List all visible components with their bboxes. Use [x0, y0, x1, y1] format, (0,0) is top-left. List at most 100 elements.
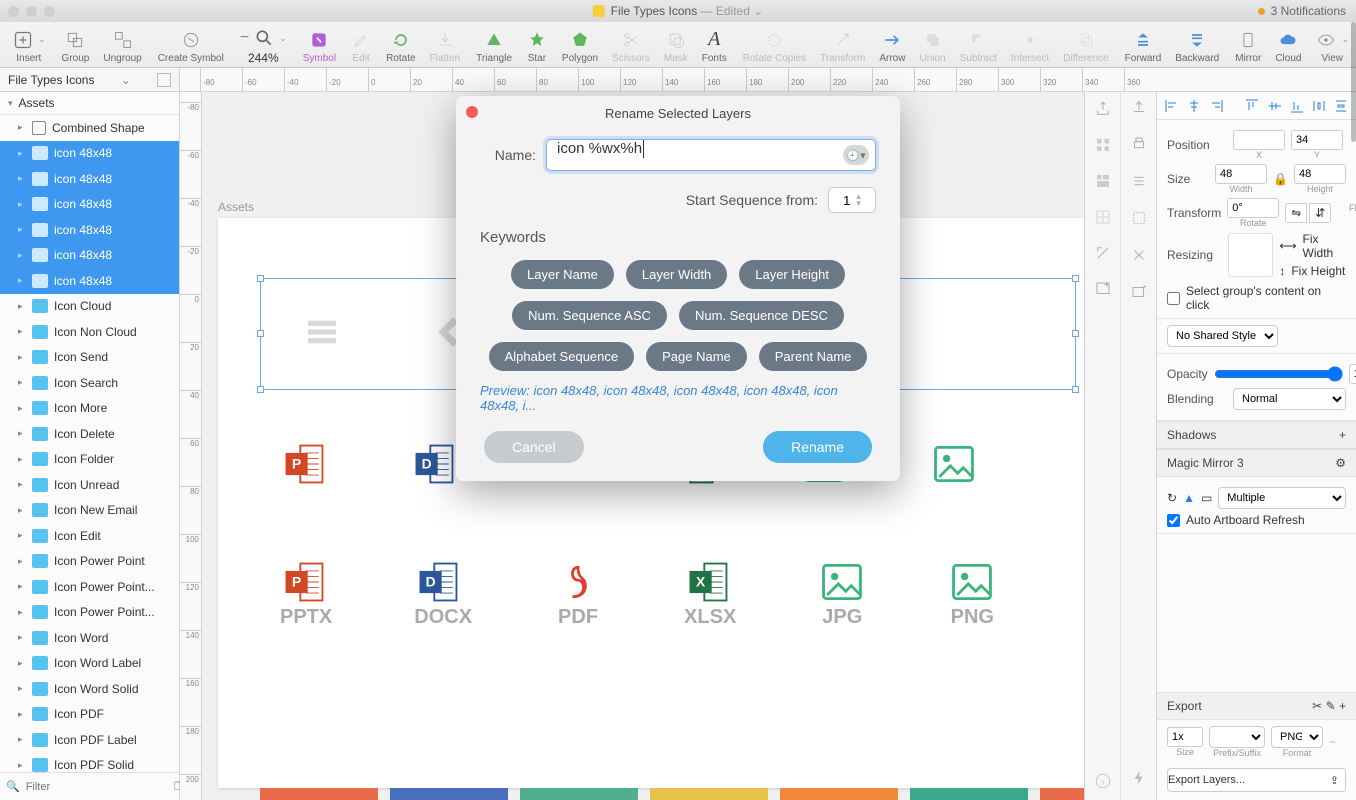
layer-item[interactable]: ▸Icon Word Label	[0, 651, 179, 677]
rename-button[interactable]: Rename	[763, 431, 872, 463]
transform-rail-icon[interactable]	[1092, 242, 1114, 264]
shared-style-select[interactable]: No Shared Style	[1167, 325, 1278, 347]
flip-h-icon[interactable]: ⇋	[1285, 203, 1307, 223]
layer-item[interactable]: ▸Icon Word	[0, 625, 179, 651]
mirror-button[interactable]: Mirror	[1229, 26, 1267, 64]
sequence-stepper[interactable]: 1▴▾	[828, 187, 876, 213]
close-window-icon[interactable]	[8, 6, 19, 17]
layer-item[interactable]: ▸Icon Unread	[0, 472, 179, 498]
cloud-button[interactable]: Cloud	[1269, 26, 1307, 64]
panel-toggle-icon[interactable]	[157, 73, 171, 87]
layer-item[interactable]: ▸Icon Power Point	[0, 549, 179, 575]
align-bottom-icon[interactable]	[1289, 98, 1305, 114]
layer-item[interactable]: ▸Icon Send	[0, 345, 179, 371]
create-symbol-button[interactable]: Create Symbol	[152, 26, 230, 64]
position-y-input[interactable]	[1291, 130, 1343, 150]
refresh-icon[interactable]: ↻	[1167, 491, 1177, 505]
backward-button[interactable]: Backward	[1169, 26, 1225, 64]
magic-mirror-select[interactable]: Multiple	[1218, 487, 1346, 509]
plus-icon[interactable]: +	[1339, 428, 1346, 442]
rotate-button[interactable]: Rotate	[380, 26, 421, 64]
polygon-button[interactable]: Polygon	[556, 26, 604, 64]
export-prefix-select[interactable]	[1209, 726, 1265, 748]
auto-artboard-checkbox[interactable]: Auto Artboard Refresh	[1167, 513, 1346, 527]
knife-icon[interactable]: ✂	[1312, 699, 1322, 713]
info-icon[interactable]	[1092, 770, 1114, 792]
layer-item[interactable]: ▸Icon Cloud	[0, 294, 179, 320]
layer-item[interactable]: ▸Combined Shape	[0, 115, 179, 141]
keyword-pill[interactable]: Parent Name	[759, 342, 868, 371]
pencil-icon[interactable]: ✎	[1326, 699, 1336, 713]
layer-item[interactable]: ▸Icon Power Point...	[0, 600, 179, 626]
opacity-slider[interactable]	[1214, 366, 1343, 382]
shadows-section[interactable]: Shadows+	[1157, 421, 1356, 449]
cancel-button[interactable]: Cancel	[484, 431, 584, 463]
layer-item[interactable]: ▸Icon Search	[0, 370, 179, 396]
layer-item[interactable]: ▸icon 48x48	[0, 217, 179, 243]
fonts-button[interactable]: AFonts	[696, 26, 733, 64]
fix-width-toggle[interactable]: ⟷Fix Width	[1279, 232, 1346, 260]
gear-icon[interactable]: ⚙	[1335, 456, 1346, 470]
export-format-select[interactable]: PNG	[1271, 726, 1323, 748]
history-icon[interactable]: 🕘▾	[843, 145, 869, 165]
layer-item[interactable]: ▸Icon PDF Solid	[0, 753, 179, 773]
selection-icon[interactable]	[1130, 209, 1148, 232]
grid-icon[interactable]	[1092, 134, 1114, 156]
insert-button[interactable]: ⌄Insert	[6, 26, 52, 64]
align-right-icon[interactable]	[1208, 98, 1224, 114]
select-group-checkbox[interactable]: Select group's content on click	[1167, 284, 1346, 312]
keyword-pill[interactable]: Alphabet Sequence	[489, 342, 634, 371]
layer-item[interactable]: ▸Icon New Email	[0, 498, 179, 524]
keyword-pill[interactable]: Page Name	[646, 342, 747, 371]
layer-item[interactable]: ▸icon 48x48	[0, 243, 179, 269]
shape-icon[interactable]	[1130, 246, 1148, 269]
align-middle-icon[interactable]	[1267, 98, 1283, 114]
name-input[interactable]: icon %wx%h🕘▾	[546, 139, 876, 171]
zoom-window-icon[interactable]	[44, 6, 55, 17]
filter-input[interactable]	[26, 781, 168, 793]
upload-icon[interactable]	[1130, 98, 1148, 121]
width-input[interactable]	[1215, 164, 1267, 184]
keyword-pill[interactable]: Layer Height	[739, 260, 845, 289]
triangle-button[interactable]: Triangle	[470, 26, 518, 64]
blending-select[interactable]: Normal	[1233, 388, 1346, 410]
layer-item[interactable]: ▸Icon PDF	[0, 702, 179, 728]
plus-icon[interactable]: +	[1339, 699, 1346, 713]
minimize-window-icon[interactable]	[26, 6, 37, 17]
mirror-h-icon[interactable]: ▲	[1183, 491, 1195, 505]
layer-item[interactable]: ▸Icon More	[0, 396, 179, 422]
position-x-input[interactable]	[1233, 130, 1285, 150]
assets-header[interactable]: ▾ Assets	[0, 92, 179, 115]
layer-item[interactable]: ▸icon 48x48	[0, 141, 179, 167]
flip-v-icon[interactable]: ⇵	[1309, 203, 1331, 223]
layer-item[interactable]: ▸Icon Non Cloud	[0, 319, 179, 345]
remove-icon[interactable]: −	[1329, 735, 1336, 749]
layer-item[interactable]: ▸Icon Power Point...	[0, 574, 179, 600]
notifications-indicator[interactable]: 3 Notifications	[1258, 4, 1346, 18]
layout-icon[interactable]	[1092, 170, 1114, 192]
star-button[interactable]: Star	[520, 26, 554, 64]
height-input[interactable]	[1294, 164, 1346, 184]
fix-height-toggle[interactable]: ↕Fix Height	[1279, 264, 1346, 278]
layer-item[interactable]: ▸icon 48x48	[0, 166, 179, 192]
bolt-icon[interactable]	[1130, 769, 1148, 792]
layer-item[interactable]: ▸icon 48x48	[0, 268, 179, 294]
arrow-button[interactable]: Arrow	[873, 26, 911, 64]
view-button[interactable]: ⌄View	[1309, 26, 1355, 64]
rotate-input[interactable]	[1227, 198, 1279, 218]
layer-item[interactable]: ▸Icon PDF Label	[0, 727, 179, 753]
list-icon[interactable]	[1130, 172, 1148, 195]
image-add-icon[interactable]	[1092, 278, 1114, 300]
close-icon[interactable]	[466, 106, 478, 118]
align-left-icon[interactable]	[1164, 98, 1180, 114]
symbol-button[interactable]: Symbol	[297, 26, 342, 64]
export-rail-icon[interactable]	[1092, 98, 1114, 120]
layer-item[interactable]: ▸Icon Delete	[0, 421, 179, 447]
align-center-h-icon[interactable]	[1186, 98, 1202, 114]
image-plus-icon[interactable]: +	[1130, 283, 1148, 306]
align-top-icon[interactable]	[1244, 98, 1260, 114]
card-icon[interactable]: ▭	[1201, 491, 1212, 505]
group-button[interactable]: Group	[56, 26, 96, 64]
export-layers-button[interactable]: Export Layers...⇪	[1167, 768, 1346, 792]
distribute-v-icon[interactable]	[1333, 98, 1349, 114]
